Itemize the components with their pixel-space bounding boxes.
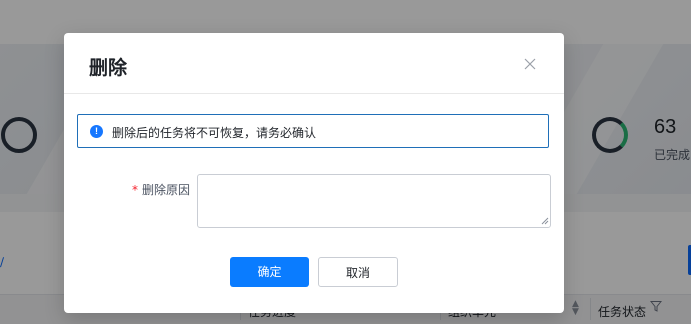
alert-message: 删除后的任务将不可恢复，请务必确认 — [112, 126, 317, 140]
dialog-header: 删除 — [64, 33, 564, 94]
reason-label-text: 删除原因 — [142, 183, 191, 197]
info-icon: ! — [90, 125, 103, 138]
confirm-button[interactable]: 确定 — [230, 257, 309, 287]
warning-alert: ! 删除后的任务将不可恢复，请务必确认 — [77, 114, 549, 148]
delete-reason-textarea[interactable] — [197, 174, 551, 228]
reason-label: * 删除原因 — [132, 181, 190, 198]
resize-handle-icon[interactable] — [541, 217, 549, 225]
dialog-title: 删除 — [89, 57, 128, 79]
close-icon[interactable] — [520, 54, 540, 74]
delete-dialog: 删除 ! 删除后的任务将不可恢复，请务必确认 * 删除原因 确定 取消 — [64, 33, 564, 313]
cancel-button[interactable]: 取消 — [318, 257, 398, 287]
page: 63 已完成 ∕ 任务进度 组织单元 ▲▼ 任务状态 删除 ! 删除后的任务将不… — [0, 0, 691, 324]
required-mark: * — [132, 183, 138, 197]
